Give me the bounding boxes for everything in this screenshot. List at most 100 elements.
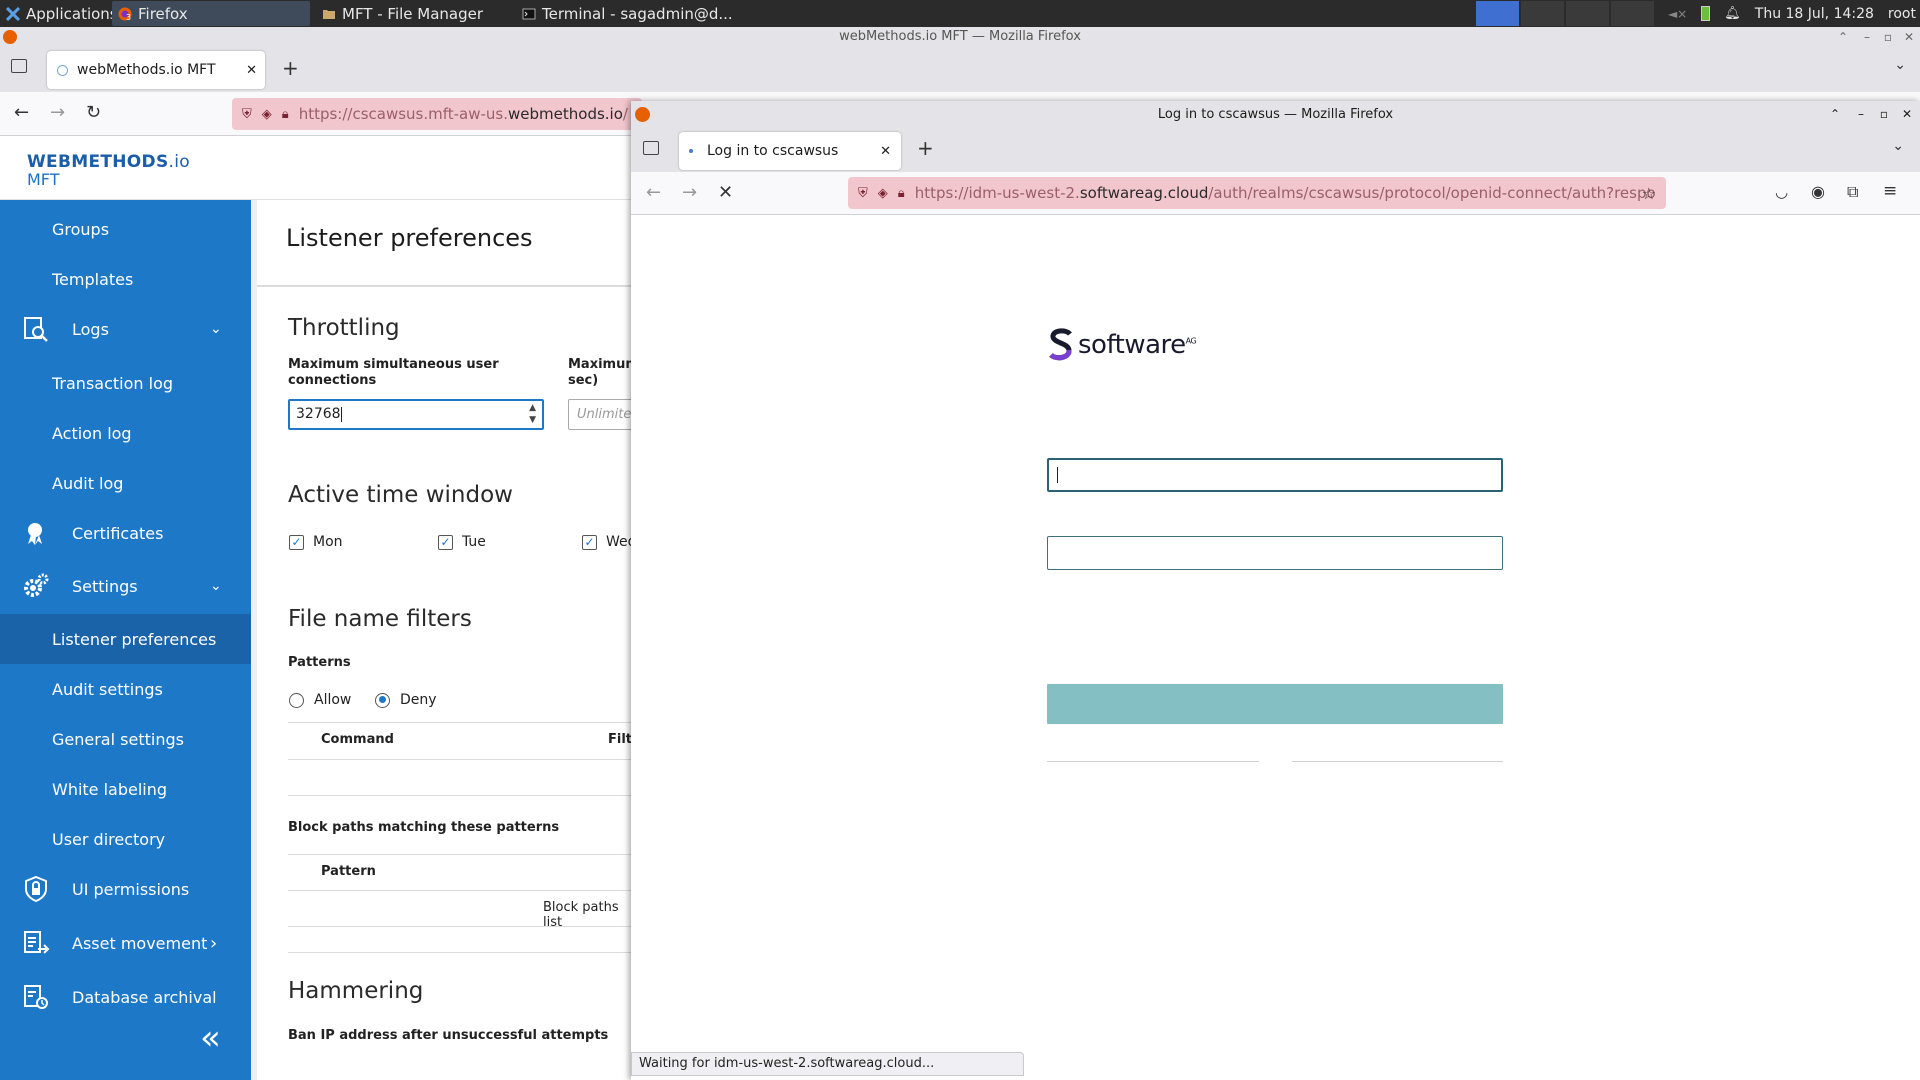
file-name-filters-title: File name filters (288, 606, 472, 632)
active-time-window-title: Active time window (288, 482, 513, 508)
sidebar-item-label: Certificates (72, 523, 164, 543)
workspace-switcher[interactable] (1475, 1, 1654, 26)
popup-url-bar[interactable]: ⛨ ◈ 🔒︎ https://idm-us-west-2. softwareag.… (848, 177, 1666, 209)
sidebar-item-white-labeling[interactable]: White labeling (0, 764, 251, 814)
sign-in-button[interactable] (1047, 684, 1503, 724)
sidebar-item-audit-settings[interactable]: Audit settings (0, 664, 251, 714)
bookmark-star-icon[interactable]: ☆ (1642, 184, 1656, 203)
checkbox-mon[interactable]: ✓ Mon (289, 534, 343, 550)
applications-label: Applications (26, 4, 118, 23)
radio-off-icon (289, 692, 304, 708)
workspace-3[interactable] (1565, 1, 1609, 26)
number-spinner[interactable]: ▲ ▼ (529, 402, 536, 426)
checkbox-tue[interactable]: ✓ Tue (438, 534, 486, 550)
sidebar-item-user-directory[interactable]: User directory (0, 814, 251, 864)
minimize-icon[interactable]: – (1864, 27, 1870, 47)
link-underline-right (1292, 761, 1503, 762)
tracking-icon[interactable]: ⛨ (242, 107, 252, 122)
forward-icon[interactable]: → (50, 102, 65, 123)
shield-icon[interactable]: ◈ (878, 186, 888, 201)
main-url-bar[interactable]: ⛨ ◈ 🔒︎ https://cscawsus.mft-aw-us. webmet… (232, 98, 642, 130)
checkbox-checked-icon: ✓ (289, 534, 304, 550)
popup-titlebar[interactable]: Log in to cscawsus — Mozilla Firefox ⌃ –… (631, 101, 1920, 128)
back-icon[interactable]: ← (646, 182, 661, 203)
popup-tabstrip: Log in to cscawsus ✕ + ⌄ (631, 128, 1920, 172)
new-tab-icon[interactable]: + (917, 136, 934, 160)
app-logo[interactable]: WEBMETHODS.io (27, 152, 190, 172)
main-window-titlebar[interactable]: webMethods.io MFT — Mozilla Firefox ⌃ – … (0, 27, 1920, 47)
user-name[interactable]: root (1888, 6, 1916, 22)
sidebar-item-listener-preferences[interactable]: Listener preferences (0, 614, 251, 664)
url-host: softwareag.cloud (1079, 184, 1209, 202)
radio-allow[interactable]: Allow (289, 692, 351, 708)
volume-muted-icon[interactable]: ◄× (1668, 7, 1687, 21)
back-icon[interactable]: ← (14, 102, 29, 123)
minimize-icon[interactable]: – (1858, 101, 1864, 128)
extensions-icon[interactable]: ⧉ (1847, 182, 1858, 202)
workspace-2[interactable] (1520, 1, 1564, 26)
checkbox-wed[interactable]: ✓ Wed (582, 534, 637, 550)
sidebar-item-groups[interactable]: Groups (0, 204, 251, 254)
tab-webmethods-mft[interactable]: webMethods.io MFT ✕ (47, 51, 265, 89)
task-file-manager[interactable]: MFT - File Manager (316, 1, 514, 26)
password-field[interactable] (1047, 536, 1503, 570)
sidebar-item-audit-log[interactable]: Audit log (0, 458, 251, 508)
tab-favicon-icon (57, 64, 68, 76)
task-firefox[interactable]: 3 Firefox (112, 1, 310, 26)
sidebar-item-transaction-log[interactable]: Transaction log (0, 358, 251, 408)
sidebar-item-certificates[interactable]: Certificates (0, 508, 251, 558)
maximize-icon[interactable]: ▫ (1880, 101, 1888, 128)
tab-overview-icon[interactable] (11, 59, 27, 73)
max-rate-label: Maximum sec) (568, 357, 639, 389)
list-all-tabs-icon[interactable]: ⌄ (1892, 138, 1904, 154)
sidebar-item-database-archival[interactable]: Database archival (0, 972, 251, 1022)
gear-icon (24, 573, 49, 597)
battery-icon[interactable] (1701, 6, 1711, 21)
tab-overview-icon[interactable] (643, 141, 659, 155)
spin-up-icon[interactable]: ▲ (529, 402, 536, 414)
sidebar-item-general-settings[interactable]: General settings (0, 714, 251, 764)
sidebar-item-action-log[interactable]: Action log (0, 408, 251, 458)
username-field[interactable] (1047, 458, 1503, 492)
text-caret (1057, 467, 1058, 483)
close-icon[interactable]: ✕ (1904, 27, 1914, 47)
lock-icon[interactable]: 🔒︎ (282, 107, 289, 122)
tab-close-icon[interactable]: ✕ (880, 144, 891, 159)
collapse-sidebar-icon[interactable]: « (200, 1018, 221, 1058)
sidebar-item-asset-movement[interactable]: Asset movement › (0, 918, 251, 968)
new-tab-icon[interactable]: + (282, 56, 299, 80)
spin-down-icon[interactable]: ▼ (529, 414, 536, 426)
notification-bell-icon[interactable]: 🔔︎ (1724, 6, 1741, 21)
sidebar-item-logs[interactable]: Logs ⌄ (0, 304, 251, 354)
account-icon[interactable]: ◉ (1811, 182, 1825, 201)
maximize-icon[interactable]: ▫ (1884, 27, 1892, 47)
workspace-1[interactable] (1475, 1, 1519, 26)
tab-close-icon[interactable]: ✕ (246, 63, 257, 78)
sidebar-item-settings[interactable]: Settings ⌄ (0, 561, 251, 611)
applications-menu[interactable]: Applications (0, 0, 118, 27)
radio-deny[interactable]: Deny (375, 692, 437, 708)
list-all-tabs-icon[interactable]: ⌄ (1894, 57, 1906, 73)
sidebar-item-ui-permissions[interactable]: UI permissions (0, 864, 251, 914)
sidebar-item-label: Database archival (72, 987, 217, 1007)
task-terminal[interactable]: Terminal - sagadmin@d... (516, 1, 733, 26)
reload-icon[interactable]: ↻ (86, 102, 101, 123)
pocket-icon[interactable]: ◡ (1775, 183, 1788, 201)
max-connections-input[interactable]: 32768 ▲ ▼ (288, 399, 544, 430)
clock[interactable]: Thu 18 Jul, 14:28 (1755, 6, 1874, 22)
page-title: Listener preferences (286, 224, 533, 252)
lock-icon[interactable]: 🔒︎ (898, 186, 905, 201)
close-icon[interactable]: ✕ (1902, 101, 1912, 128)
tab-login[interactable]: Log in to cscawsus ✕ (679, 132, 901, 170)
window-menu-icon[interactable]: ⌃ (1830, 101, 1840, 128)
tracking-icon[interactable]: ⛨ (858, 186, 868, 201)
shield-icon[interactable]: ◈ (262, 107, 272, 122)
window-menu-icon[interactable]: ⌃ (1838, 27, 1848, 47)
app-menu-icon[interactable]: ≡ (1883, 181, 1897, 201)
workspace-4[interactable] (1610, 1, 1654, 26)
popup-navbar: ← → ✕ ⛨ ◈ 🔒︎ https://idm-us-west-2. softw… (631, 172, 1920, 215)
stop-loading-icon[interactable]: ✕ (718, 182, 733, 203)
sidebar-item-templates[interactable]: Templates (0, 254, 251, 304)
forward-icon[interactable]: → (682, 182, 697, 203)
lock-shield-icon (25, 875, 47, 903)
